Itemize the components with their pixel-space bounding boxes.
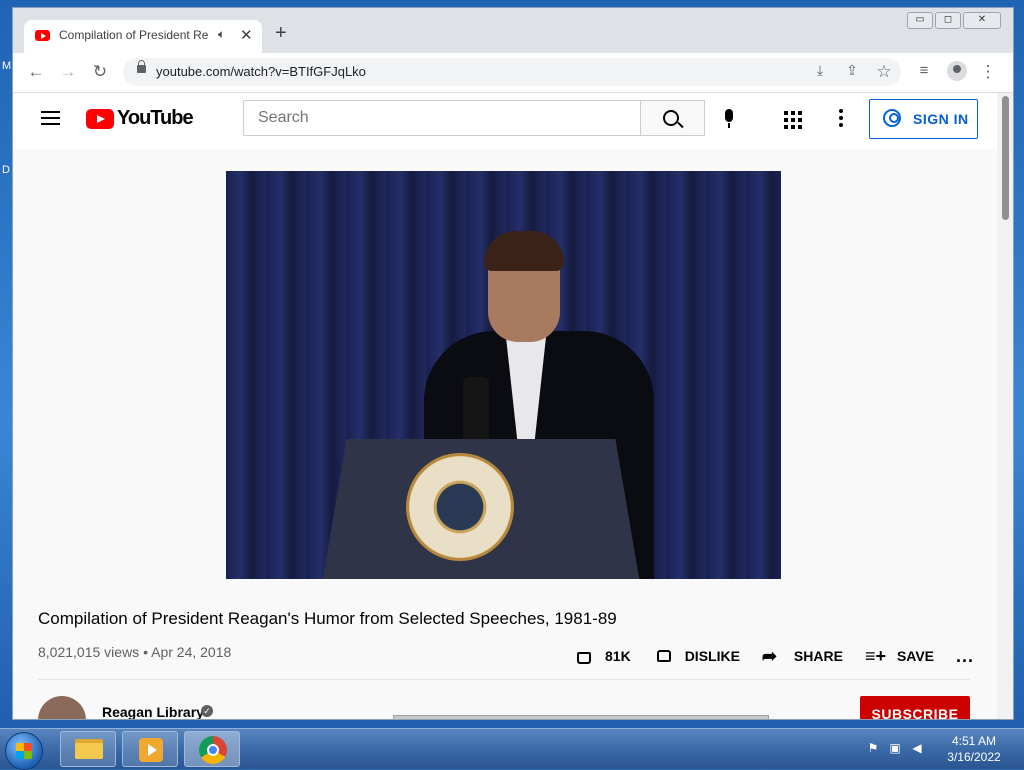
hamburger-menu-icon[interactable] <box>41 111 60 125</box>
system-tray: ⚑ ▣ ◀ <box>866 741 924 755</box>
playlist-add-icon: ≡+ <box>864 646 886 666</box>
horizontal-scrollbar[interactable] <box>393 715 769 719</box>
youtube-header: YouTube SIGN IN <box>13 93 998 149</box>
taskbar-chrome[interactable] <box>184 731 240 767</box>
minimize-button[interactable]: ▭ <box>907 12 933 29</box>
clock[interactable]: 4:51 AM 3/16/2022 <box>940 733 1008 765</box>
upload-date: Apr 24, 2018 <box>151 644 232 660</box>
search-field[interactable] <box>243 100 641 136</box>
share-page-icon[interactable]: ⇪ <box>841 62 863 79</box>
presidential-seal-image <box>406 453 514 561</box>
thumbs-down-icon <box>653 647 675 665</box>
close-window-button[interactable]: ✕ <box>963 12 1001 29</box>
search-icon <box>663 110 679 126</box>
meta-separator: • <box>143 644 148 660</box>
microphone-icon[interactable] <box>725 109 733 128</box>
scrollbar-thumb[interactable] <box>1002 96 1009 220</box>
volume-icon[interactable]: ◀ <box>910 741 924 755</box>
taskbar: ⚑ ▣ ◀ 4:51 AM 3/16/2022 <box>0 728 1024 770</box>
video-player[interactable] <box>226 171 781 579</box>
share-button[interactable]: ➦ SHARE <box>762 647 843 665</box>
network-icon[interactable]: ▣ <box>888 741 902 755</box>
browser-toolbar: ← → ↻ youtube.com/watch?v=BTIfGFJqLko ⤓ … <box>13 53 1013 93</box>
bookmark-star-icon[interactable]: ☆ <box>873 62 895 82</box>
browser-window: Compilation of President Rea 🔈︎ ✕ + ▭ ◻ … <box>12 7 1014 720</box>
tab-title: Compilation of President Rea <box>59 28 209 42</box>
window-controls: ▭ ◻ ✕ <box>907 12 1001 29</box>
search-input[interactable] <box>256 101 620 135</box>
like-count: 81K <box>605 648 631 664</box>
view-count: 8,021,015 views <box>38 644 140 660</box>
youtube-play-icon <box>86 108 114 129</box>
subscribe-button[interactable]: SUBSCRIBE <box>860 696 970 719</box>
action-center-flag-icon[interactable]: ⚑ <box>866 741 880 755</box>
chrome-icon <box>199 736 227 764</box>
taskbar-explorer[interactable] <box>60 731 116 767</box>
channel-avatar[interactable] <box>38 696 86 719</box>
like-button[interactable]: 81K <box>573 647 631 665</box>
verified-badge-icon: ✓ <box>201 705 213 717</box>
share-label: SHARE <box>793 648 843 664</box>
tab-strip: Compilation of President Rea 🔈︎ ✕ + ▭ ◻ … <box>13 8 1013 53</box>
account-icon <box>883 109 901 127</box>
desktop-icon-label: M <box>2 60 12 72</box>
settings-dots-icon[interactable] <box>839 109 843 130</box>
clock-date: 3/16/2022 <box>947 750 1001 764</box>
browser-menu-icon[interactable]: ⋮ <box>977 62 999 82</box>
video-microphone <box>463 377 489 449</box>
apps-grid-icon[interactable] <box>784 111 802 129</box>
more-actions-button[interactable]: ... <box>956 646 974 667</box>
media-control-icon[interactable]: ≡ <box>913 62 935 79</box>
page-scrollbar[interactable] <box>997 93 1013 719</box>
folder-icon <box>75 739 103 759</box>
maximize-button[interactable]: ◻ <box>935 12 961 29</box>
save-button[interactable]: ≡+ SAVE <box>865 647 934 665</box>
back-arrow-icon[interactable]: ← <box>25 62 47 82</box>
lock-icon[interactable] <box>137 60 146 73</box>
clock-time: 4:51 AM <box>951 734 997 748</box>
speaker-icon[interactable]: 🔈︎ <box>218 27 225 42</box>
youtube-logo[interactable]: YouTube <box>86 107 194 130</box>
dislike-button[interactable]: DISLIKE <box>653 647 740 665</box>
youtube-favicon-icon <box>35 30 50 41</box>
start-button[interactable] <box>5 732 43 770</box>
install-icon[interactable]: ⤓ <box>809 62 831 79</box>
thumbs-up-icon <box>573 647 595 665</box>
reload-icon[interactable]: ↻ <box>89 62 111 82</box>
share-icon: ➦ <box>761 646 778 666</box>
address-bar[interactable]: youtube.com/watch?v=BTIfGFJqLko <box>123 58 901 86</box>
tab-close-button[interactable]: ✕ <box>240 26 253 44</box>
media-player-icon <box>139 738 163 762</box>
sign-in-label: SIGN IN <box>913 111 969 127</box>
forward-arrow-icon[interactable]: → <box>57 62 79 82</box>
video-title: Compilation of President Reagan's Humor … <box>38 609 617 628</box>
browser-tab[interactable]: Compilation of President Rea 🔈︎ ✕ <box>24 20 262 53</box>
logo-text: YouTube <box>117 107 194 129</box>
taskbar-media-player[interactable] <box>122 731 178 767</box>
save-label: SAVE <box>896 648 935 664</box>
url-text[interactable]: youtube.com/watch?v=BTIfGFJqLko <box>156 64 366 79</box>
desktop-icon-label: D <box>2 164 10 176</box>
video-meta: 8,021,015 views • Apr 24, 2018 <box>38 644 231 660</box>
video-actions: 81K DISLIKE ➦ SHARE ≡+ SAVE ... <box>573 644 996 668</box>
channel-name[interactable]: Reagan Library <box>102 704 204 719</box>
divider <box>38 679 970 680</box>
profile-avatar-icon[interactable] <box>947 61 967 81</box>
sign-in-button[interactable]: SIGN IN <box>869 99 978 139</box>
new-tab-button[interactable]: + <box>275 23 287 43</box>
youtube-page: YouTube SIGN IN <box>13 93 998 719</box>
dislike-label: DISLIKE <box>684 648 740 664</box>
search-button[interactable] <box>641 100 705 136</box>
